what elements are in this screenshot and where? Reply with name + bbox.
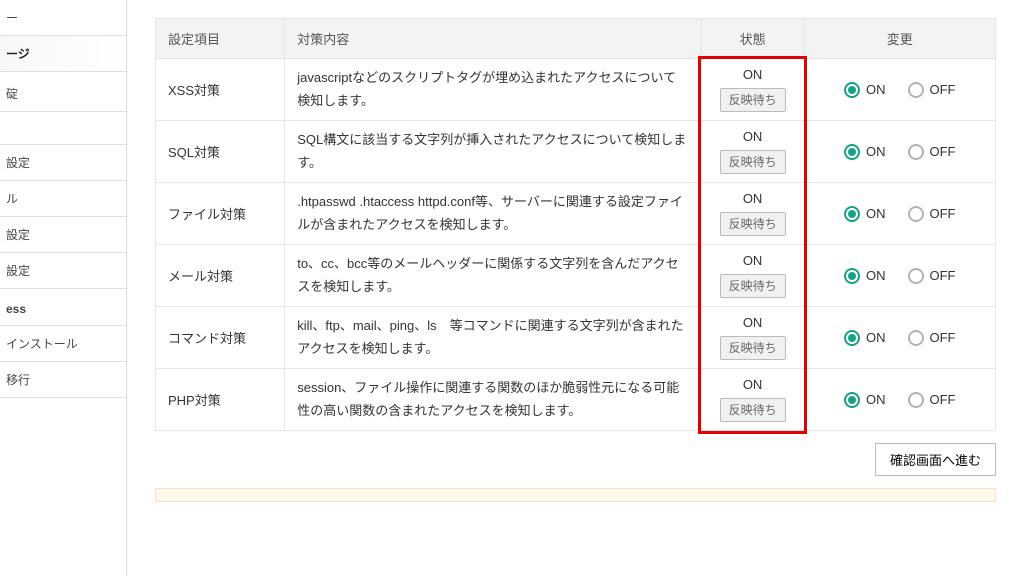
- radio-icon: [844, 82, 860, 98]
- setting-name: PHP対策: [156, 369, 285, 431]
- setting-state: ON 反映待ち: [701, 59, 804, 121]
- setting-change: ON OFF: [804, 307, 995, 369]
- radio-on-label: ON: [866, 144, 886, 159]
- table-row: SQL対策SQL構文に該当する文字列が挿入されたアクセスについて検知します。ON…: [156, 121, 996, 183]
- radio-icon: [844, 268, 860, 284]
- sidebar-item[interactable]: 碇: [0, 76, 126, 112]
- radio-icon: [908, 206, 924, 222]
- proceed-button[interactable]: 確認画面へ進む: [875, 443, 996, 476]
- main-panel: 設定項目 対策内容 状態 変更 XSS対策javascriptなどのスクリプトタ…: [127, 0, 1024, 576]
- radio-on[interactable]: ON: [844, 268, 886, 284]
- radio-off[interactable]: OFF: [908, 206, 956, 222]
- radio-off[interactable]: OFF: [908, 330, 956, 346]
- status-text: ON: [743, 315, 763, 330]
- setting-desc: SQL構文に該当する文字列が挿入されたアクセスについて検知します。: [285, 121, 701, 183]
- sidebar-item[interactable]: ー: [0, 0, 126, 36]
- pending-badge: 反映待ち: [720, 398, 786, 422]
- radio-icon: [908, 392, 924, 408]
- col-header-item: 設定項目: [156, 19, 285, 59]
- radio-on[interactable]: ON: [844, 206, 886, 222]
- setting-change: ON OFF: [804, 183, 995, 245]
- notice-bar: [155, 488, 996, 502]
- radio-off[interactable]: OFF: [908, 268, 956, 284]
- setting-desc: to、cc、bcc等のメールヘッダーに関係する文字列を含んだアクセスを検知します…: [285, 245, 701, 307]
- radio-icon: [908, 330, 924, 346]
- radio-off[interactable]: OFF: [908, 144, 956, 160]
- pending-badge: 反映待ち: [720, 336, 786, 360]
- radio-off-label: OFF: [930, 392, 956, 407]
- sidebar: ーージ碇 設定ル設定設定essインストール移行: [0, 0, 127, 576]
- setting-change: ON OFF: [804, 245, 995, 307]
- setting-name: XSS対策: [156, 59, 285, 121]
- radio-on-label: ON: [866, 82, 886, 97]
- status-text: ON: [743, 191, 763, 206]
- radio-on-label: ON: [866, 206, 886, 221]
- radio-on-label: ON: [866, 268, 886, 283]
- radio-icon: [908, 82, 924, 98]
- table-row: メール対策to、cc、bcc等のメールヘッダーに関係する文字列を含んだアクセスを…: [156, 245, 996, 307]
- radio-off-label: OFF: [930, 144, 956, 159]
- radio-icon: [844, 330, 860, 346]
- sidebar-item[interactable]: ル: [0, 181, 126, 217]
- radio-on[interactable]: ON: [844, 392, 886, 408]
- setting-name: ファイル対策: [156, 183, 285, 245]
- setting-state: ON 反映待ち: [701, 183, 804, 245]
- col-header-state: 状態: [701, 19, 804, 59]
- status-text: ON: [743, 377, 763, 392]
- radio-icon: [844, 392, 860, 408]
- table-row: PHP対策session、ファイル操作に関連する関数のほか脆弱性元になる可能性の…: [156, 369, 996, 431]
- setting-state: ON 反映待ち: [701, 245, 804, 307]
- table-row: コマンド対策kill、ftp、mail、ping、ls 等コマンドに関連する文字…: [156, 307, 996, 369]
- status-text: ON: [743, 67, 763, 82]
- pending-badge: 反映待ち: [720, 212, 786, 236]
- radio-icon: [844, 206, 860, 222]
- table-row: XSS対策javascriptなどのスクリプトタグが埋め込まれたアクセスについて…: [156, 59, 996, 121]
- radio-off-label: OFF: [930, 330, 956, 345]
- sidebar-item[interactable]: 設定: [0, 253, 126, 289]
- setting-state: ON 反映待ち: [701, 121, 804, 183]
- status-text: ON: [743, 129, 763, 144]
- sidebar-item[interactable]: 移行: [0, 362, 126, 398]
- radio-on-label: ON: [866, 330, 886, 345]
- radio-off[interactable]: OFF: [908, 82, 956, 98]
- status-text: ON: [743, 253, 763, 268]
- col-header-detail: 対策内容: [285, 19, 701, 59]
- setting-change: ON OFF: [804, 369, 995, 431]
- sidebar-item[interactable]: 設定: [0, 217, 126, 253]
- sidebar-item[interactable]: ess: [0, 293, 126, 326]
- setting-state: ON 反映待ち: [701, 307, 804, 369]
- pending-badge: 反映待ち: [720, 150, 786, 174]
- radio-icon: [908, 268, 924, 284]
- radio-on[interactable]: ON: [844, 82, 886, 98]
- sidebar-item[interactable]: インストール: [0, 326, 126, 362]
- pending-badge: 反映待ち: [720, 88, 786, 112]
- settings-table: 設定項目 対策内容 状態 変更 XSS対策javascriptなどのスクリプトタ…: [155, 18, 996, 431]
- setting-desc: session、ファイル操作に関連する関数のほか脆弱性元になる可能性の高い関数の…: [285, 369, 701, 431]
- setting-name: コマンド対策: [156, 307, 285, 369]
- sidebar-item[interactable]: ージ: [0, 36, 126, 72]
- setting-name: メール対策: [156, 245, 285, 307]
- radio-on[interactable]: ON: [844, 144, 886, 160]
- radio-off-label: OFF: [930, 268, 956, 283]
- setting-desc: kill、ftp、mail、ping、ls 等コマンドに関連する文字列が含まれた…: [285, 307, 701, 369]
- radio-icon: [908, 144, 924, 160]
- sidebar-item[interactable]: 設定: [0, 145, 126, 181]
- radio-off-label: OFF: [930, 206, 956, 221]
- radio-on-label: ON: [866, 392, 886, 407]
- table-row: ファイル対策.htpasswd .htaccess httpd.conf等、サー…: [156, 183, 996, 245]
- setting-state: ON 反映待ち: [701, 369, 804, 431]
- radio-on[interactable]: ON: [844, 330, 886, 346]
- setting-name: SQL対策: [156, 121, 285, 183]
- radio-off-label: OFF: [930, 82, 956, 97]
- sidebar-item[interactable]: [0, 112, 126, 145]
- radio-icon: [844, 144, 860, 160]
- pending-badge: 反映待ち: [720, 274, 786, 298]
- radio-off[interactable]: OFF: [908, 392, 956, 408]
- setting-desc: javascriptなどのスクリプトタグが埋め込まれたアクセスについて検知します…: [285, 59, 701, 121]
- setting-change: ON OFF: [804, 121, 995, 183]
- setting-desc: .htpasswd .htaccess httpd.conf等、サーバーに関連す…: [285, 183, 701, 245]
- col-header-change: 変更: [804, 19, 995, 59]
- setting-change: ON OFF: [804, 59, 995, 121]
